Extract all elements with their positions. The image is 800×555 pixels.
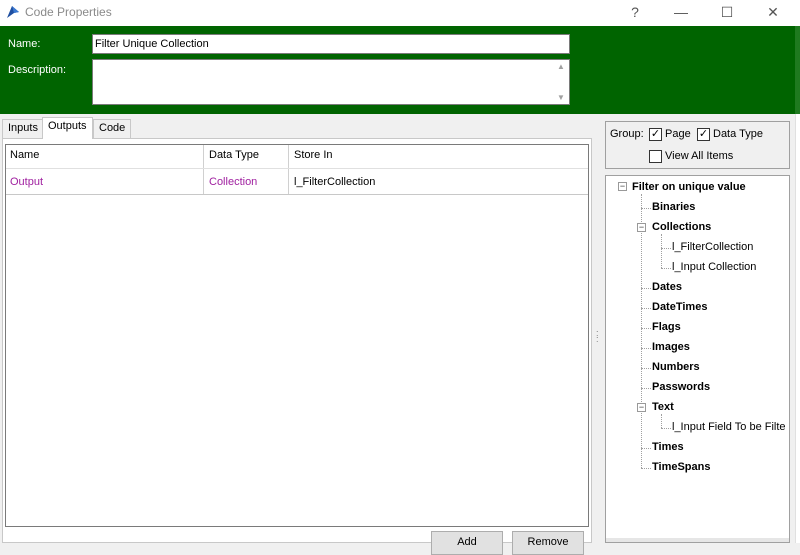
tree-guide-line: [641, 328, 651, 329]
column-header-data-type[interactable]: Data Type: [205, 145, 289, 168]
tree-item-numbers[interactable]: Numbers: [652, 361, 700, 373]
minimize-button[interactable]: —: [658, 0, 704, 26]
window-title: Code Properties: [25, 5, 112, 19]
tree-item-flags[interactable]: Flags: [652, 321, 681, 333]
name-input[interactable]: Filter Unique Collection: [92, 34, 570, 54]
group-label: Group:: [610, 128, 644, 140]
cell-name[interactable]: Output: [6, 169, 204, 194]
description-input[interactable]: ▲ ▼: [92, 59, 570, 105]
tree-item-datetimes[interactable]: DateTimes: [652, 301, 707, 313]
tree-guide-line: [641, 194, 642, 468]
tab-code[interactable]: Code: [93, 119, 132, 138]
cell-data-type[interactable]: Collection: [205, 169, 289, 194]
help-button[interactable]: ?: [612, 0, 658, 26]
tree-item-images[interactable]: Images: [652, 341, 690, 353]
splitter-handle[interactable]: ::: [596, 329, 599, 344]
description-scrollbar[interactable]: ▲ ▼: [553, 60, 569, 104]
properties-header: Name: Filter Unique Collection Descripti…: [0, 26, 800, 114]
cell-store-in[interactable]: l_FilterCollection: [290, 169, 588, 194]
tree-item-input-collection[interactable]: l_Input Collection: [672, 261, 756, 273]
scroll-up-icon[interactable]: ▲: [557, 62, 565, 71]
collapse-icon[interactable]: −: [637, 403, 646, 412]
tree-item-filter-collection[interactable]: l_FilterCollection: [672, 241, 753, 253]
tree-guide-line: [641, 308, 651, 309]
tree-guide-line: [641, 448, 651, 449]
tree-root[interactable]: Filter on unique value: [632, 181, 746, 193]
tree-item-timespans[interactable]: TimeSpans: [652, 461, 711, 473]
window-edge: [795, 114, 800, 543]
header-edge: [795, 26, 800, 114]
tree-guide-line: [661, 248, 671, 249]
data-type-checkbox-label[interactable]: Data Type: [713, 128, 763, 140]
outputs-panel: Name Data Type Store In Output Collectio…: [2, 138, 592, 543]
name-label: Name:: [8, 38, 41, 50]
table-row[interactable]: Output Collection l_FilterCollection: [6, 169, 588, 195]
tree-guide-line: [641, 208, 651, 209]
page-checkbox-label[interactable]: Page: [665, 128, 691, 140]
tree-item-input-field[interactable]: l_Input Field To be Filte: [672, 421, 786, 433]
tree-guide-line: [641, 368, 651, 369]
tree-item-passwords[interactable]: Passwords: [652, 381, 710, 393]
tree-guide-line: [641, 288, 651, 289]
data-items-tree[interactable]: − Filter on unique value Binaries − Coll…: [605, 175, 790, 543]
add-button[interactable]: Add: [431, 531, 503, 555]
tree-item-text[interactable]: Text: [652, 401, 674, 413]
tree-horizontal-scrollbar[interactable]: [606, 538, 789, 542]
tree-item-times[interactable]: Times: [652, 441, 684, 453]
description-label: Description:: [8, 64, 67, 76]
remove-button[interactable]: Remove: [512, 531, 584, 555]
tree-guide-line: [641, 388, 651, 389]
group-options: Group: ✓ Page ✓ Data Type View All Items: [605, 121, 790, 169]
tab-outputs[interactable]: Outputs: [42, 117, 93, 139]
collapse-icon[interactable]: −: [618, 182, 627, 191]
tree-guide-line: [661, 428, 671, 429]
page-checkbox[interactable]: ✓: [649, 128, 662, 141]
scroll-down-icon[interactable]: ▼: [557, 93, 565, 102]
tree-guide-line: [661, 234, 662, 268]
close-button[interactable]: ✕: [750, 0, 796, 26]
column-header-name[interactable]: Name: [6, 145, 204, 168]
view-all-items-label[interactable]: View All Items: [665, 150, 733, 162]
collapse-icon[interactable]: −: [637, 223, 646, 232]
outputs-grid[interactable]: Name Data Type Store In Output Collectio…: [5, 144, 589, 527]
grid-header: Name Data Type Store In: [6, 145, 588, 169]
data-type-checkbox[interactable]: ✓: [697, 128, 710, 141]
tab-inputs[interactable]: Inputs: [2, 119, 44, 138]
title-bar: Code Properties ? — ☐ ✕: [0, 0, 800, 26]
app-icon: [7, 6, 19, 18]
tree-guide-line: [641, 348, 651, 349]
view-all-items-checkbox[interactable]: [649, 150, 662, 163]
tree-guide-line: [661, 414, 662, 428]
tree-item-binaries[interactable]: Binaries: [652, 201, 695, 213]
tree-item-collections[interactable]: Collections: [652, 221, 711, 233]
column-header-store-in[interactable]: Store In: [290, 145, 588, 168]
tree-item-dates[interactable]: Dates: [652, 281, 682, 293]
maximize-button[interactable]: ☐: [704, 0, 750, 26]
tree-guide-line: [641, 468, 651, 469]
tree-guide-line: [661, 268, 671, 269]
